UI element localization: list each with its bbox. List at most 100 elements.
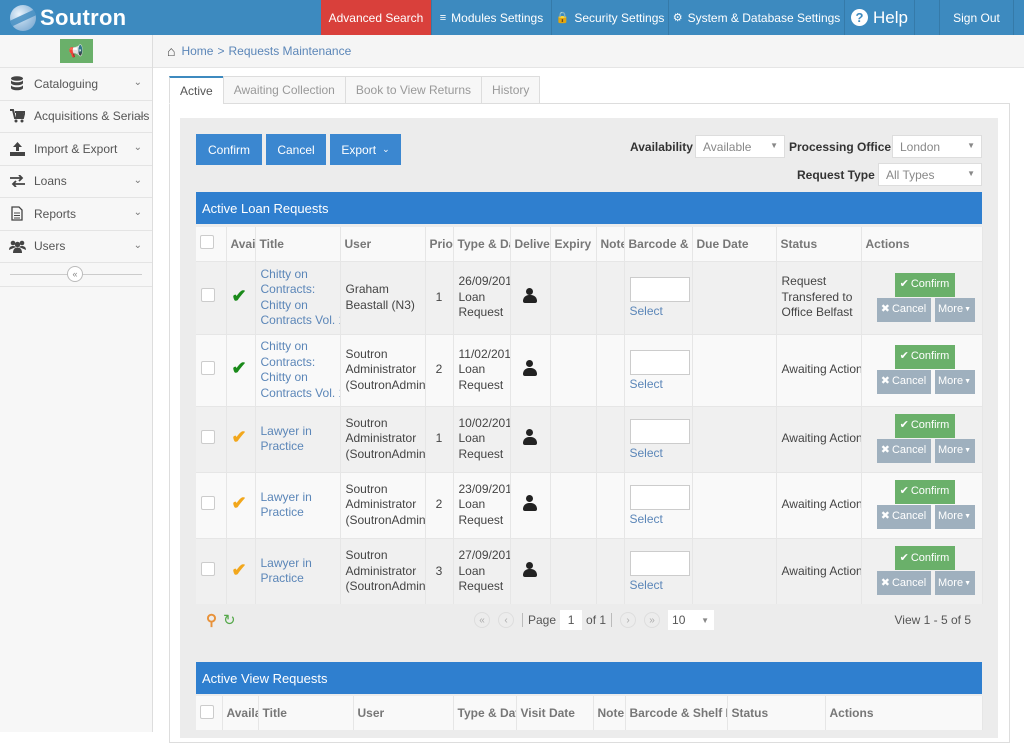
tab-book-to-view-returns[interactable]: Book to View Returns xyxy=(344,76,483,104)
nav-sign-out[interactable]: Sign Out xyxy=(939,0,1013,35)
select-link[interactable]: Select xyxy=(630,304,692,320)
row-more-button[interactable]: More ▼ xyxy=(934,297,975,322)
page-size-select[interactable]: 10 ▼ xyxy=(668,610,715,630)
title-cell[interactable]: Lawyer in Practice xyxy=(255,405,341,472)
title-link-line[interactable]: Lawyer in xyxy=(261,424,340,440)
column-header[interactable]: Deliver xyxy=(510,227,551,261)
row-confirm-button[interactable]: ✔ Confirm xyxy=(894,345,955,369)
column-header[interactable]: Note xyxy=(596,227,625,261)
row-checkbox[interactable] xyxy=(201,360,215,375)
column-header[interactable]: User xyxy=(353,696,454,730)
nav-modules-settings[interactable]: ≡ Modules Settings xyxy=(431,0,551,35)
sidebar-item-reports[interactable]: Reports ⌄ xyxy=(0,198,152,231)
column-header[interactable]: Status xyxy=(776,227,862,261)
row-cancel-button[interactable]: ✖ Cancel xyxy=(876,505,931,529)
column-header[interactable]: Type & Da xyxy=(453,227,511,261)
sidebar-item-loans[interactable]: Loans ⌄ xyxy=(0,166,152,198)
title-link-line[interactable]: Contracts: xyxy=(261,355,340,371)
row-checkbox[interactable] xyxy=(201,562,215,576)
select-all-checkbox[interactable] xyxy=(200,704,214,719)
row-confirm-button[interactable]: ✔ Confirm xyxy=(894,272,955,297)
confirm-button[interactable]: Confirm xyxy=(196,134,262,165)
title-cell[interactable]: Lawyer in Practice xyxy=(255,537,341,604)
request-type-select[interactable]: All Types ▼ xyxy=(878,163,982,186)
row-more-button[interactable]: More ▼ xyxy=(934,571,975,596)
availability-select[interactable]: Available ▼ xyxy=(695,135,785,158)
sidebar-item-import-export[interactable]: Import & Export ⌄ xyxy=(0,133,152,166)
row-checkbox[interactable] xyxy=(201,288,215,303)
row-cancel-button[interactable]: ✖ Cancel xyxy=(876,571,931,596)
column-header[interactable]: Actions xyxy=(861,227,983,261)
row-more-button[interactable]: More ▼ xyxy=(934,439,975,463)
breadcrumb-home-link[interactable]: Home xyxy=(181,44,213,58)
row-confirm-button[interactable]: ✔ Confirm xyxy=(894,480,955,504)
title-cell[interactable]: Chitty on Contracts: Chitty on Contracts Vo… xyxy=(255,260,341,334)
barcode-input[interactable] xyxy=(629,484,690,510)
barcode-input[interactable] xyxy=(629,277,690,303)
barcode-input[interactable] xyxy=(629,349,690,375)
collapse-sidebar-button[interactable]: « xyxy=(67,266,83,282)
title-cell[interactable]: Lawyer in Practice xyxy=(255,471,341,538)
next-page-button[interactable]: › xyxy=(620,612,637,628)
column-header[interactable]: Actions xyxy=(825,696,983,730)
select-all-checkbox[interactable] xyxy=(200,235,214,250)
title-link-line[interactable]: Contracts: xyxy=(261,282,340,298)
nav-system-settings[interactable]: ⚙ System & Database Settings xyxy=(668,0,844,35)
select-link[interactable]: Select xyxy=(630,512,692,528)
column-header[interactable]: Availal xyxy=(222,696,259,730)
nav-security-settings[interactable]: 🔒 Security Settings xyxy=(551,0,668,35)
barcode-input[interactable] xyxy=(629,551,690,576)
nav-advanced-search[interactable]: Advanced Search xyxy=(321,0,431,35)
column-header[interactable]: Visit Date xyxy=(516,696,594,730)
column-header[interactable]: Type & Date xyxy=(453,696,517,730)
column-header[interactable]: Title xyxy=(258,696,354,730)
title-cell[interactable]: Chitty on Contracts: Chitty on Contracts Vo… xyxy=(255,333,341,406)
column-header[interactable]: Availa xyxy=(226,227,256,261)
title-link-line[interactable]: Contracts Vol. 1 xyxy=(261,313,340,329)
title-link-line[interactable]: Chitty on xyxy=(261,339,340,355)
row-cancel-button[interactable]: ✖ Cancel xyxy=(876,439,931,463)
prev-page-button[interactable]: ‹ xyxy=(498,612,514,628)
column-header[interactable]: Barcode & S xyxy=(624,227,693,261)
refresh-icon[interactable]: ↻ xyxy=(223,611,236,629)
row-more-button[interactable]: More ▼ xyxy=(934,370,975,394)
sidebar-item-cataloguing[interactable]: Cataloguing ⌄ xyxy=(0,68,152,101)
title-link-line[interactable]: Lawyer in xyxy=(261,490,340,506)
row-checkbox[interactable] xyxy=(201,429,215,444)
title-link-line[interactable]: Chitty on xyxy=(261,267,340,283)
row-cancel-button[interactable]: ✖ Cancel xyxy=(876,297,931,322)
row-confirm-button[interactable]: ✔ Confirm xyxy=(894,546,955,571)
title-link-line[interactable]: Practice xyxy=(261,439,340,455)
announcements-button[interactable]: 📢 xyxy=(59,39,93,63)
barcode-input[interactable] xyxy=(629,418,690,444)
column-header[interactable]: Due Date xyxy=(692,227,777,261)
row-confirm-button[interactable]: ✔ Confirm xyxy=(894,414,955,438)
cancel-button[interactable]: Cancel xyxy=(266,134,326,165)
column-header[interactable]: Status xyxy=(727,696,826,730)
row-cancel-button[interactable]: ✖ Cancel xyxy=(876,370,931,394)
column-header[interactable]: User xyxy=(340,227,426,261)
title-link-line[interactable]: Contracts Vol. 1 xyxy=(261,386,340,402)
title-link-line[interactable]: Lawyer in xyxy=(261,556,340,572)
tab-active[interactable]: Active xyxy=(169,76,224,104)
row-checkbox[interactable] xyxy=(201,495,215,510)
tab-history[interactable]: History xyxy=(481,76,541,104)
search-icon[interactable]: ⚲ xyxy=(206,611,217,629)
column-header[interactable]: Barcode & Shelf Re xyxy=(625,696,728,730)
title-link-line[interactable]: Chitty on xyxy=(261,298,340,314)
column-header[interactable]: Prior xyxy=(425,227,454,261)
column-header[interactable]: Note xyxy=(593,696,626,730)
select-link[interactable]: Select xyxy=(630,578,692,594)
tab-awaiting-collection[interactable]: Awaiting Collection xyxy=(222,76,346,104)
title-link-line[interactable]: Chitty on xyxy=(261,370,340,386)
processing-office-select[interactable]: London ▼ xyxy=(892,135,982,158)
select-link[interactable]: Select xyxy=(630,446,692,462)
soutron-logo[interactable]: Soutron xyxy=(0,0,321,35)
first-page-button[interactable]: « xyxy=(474,612,490,628)
last-page-button[interactable]: » xyxy=(644,612,661,628)
title-link-line[interactable]: Practice xyxy=(261,505,340,521)
row-more-button[interactable]: More ▼ xyxy=(934,505,975,529)
title-link-line[interactable]: Practice xyxy=(261,571,340,587)
select-link[interactable]: Select xyxy=(630,377,692,393)
sidebar-item-users[interactable]: Users ⌄ xyxy=(0,231,152,263)
